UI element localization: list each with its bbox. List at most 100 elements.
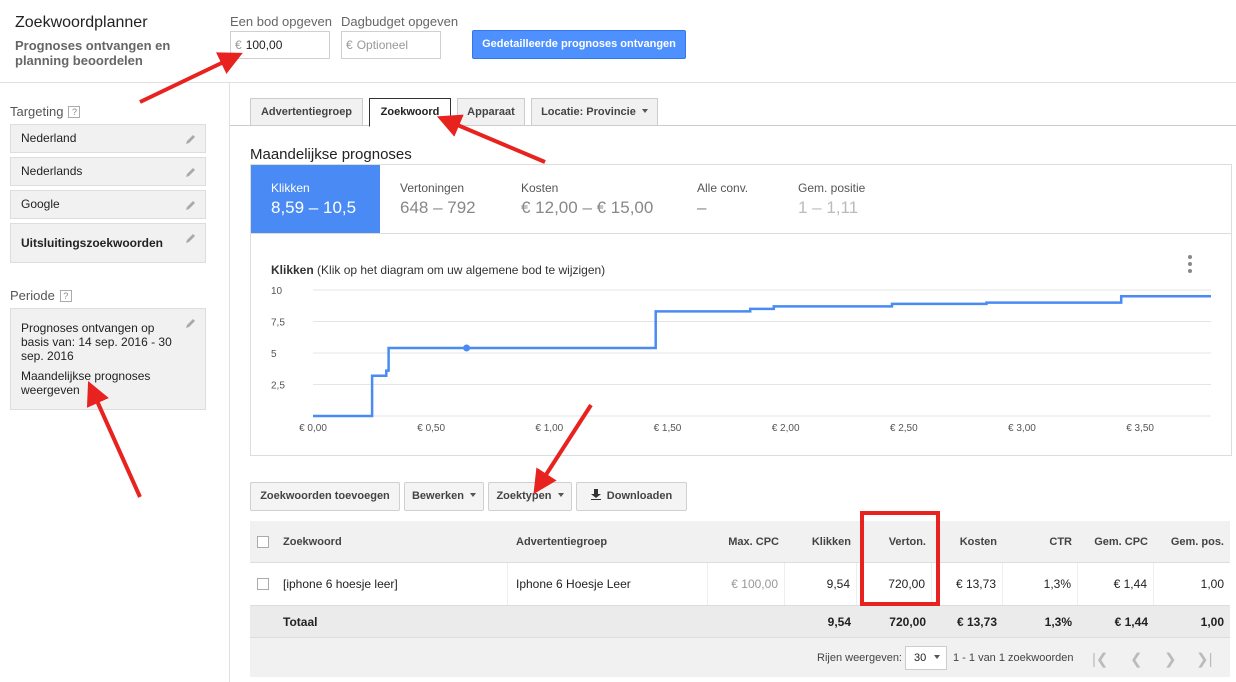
- download-icon: [590, 489, 601, 500]
- column-header-cost[interactable]: Kosten: [932, 521, 1003, 562]
- metric-all-conversions[interactable]: Alle conv. –: [677, 165, 777, 233]
- totals-row: Totaal 9,54 720,00 € 13,73 1,3% € 1,44 1…: [250, 605, 1230, 637]
- rows-per-page-select[interactable]: 30: [905, 646, 947, 670]
- add-keywords-button[interactable]: Zoekwoorden toevoegen: [250, 482, 400, 511]
- tab-keyword[interactable]: Zoekwoord: [369, 98, 451, 127]
- pagination-range: 1 - 1 van 1 zoekwoorden: [953, 652, 1074, 664]
- table-row[interactable]: [iphone 6 hoesje leer] Iphone 6 Hoesje L…: [250, 563, 1230, 605]
- download-button[interactable]: Downloaden: [576, 482, 687, 511]
- metric-value: 8,59 – 10,5: [271, 198, 357, 217]
- column-header-avg-cpc[interactable]: Gem. CPC: [1078, 521, 1154, 562]
- currency-symbol: €: [235, 38, 242, 52]
- column-header-ctr[interactable]: CTR: [1003, 521, 1078, 562]
- totals-ctr: 1,3%: [1044, 614, 1072, 629]
- metric-cost[interactable]: Kosten € 12,00 – € 15,00: [501, 165, 676, 233]
- pencil-icon[interactable]: [185, 133, 197, 145]
- period-mode: Maandelijkse prognoses weergeven: [21, 369, 151, 397]
- y-tick-label: 10: [271, 286, 283, 297]
- chevron-down-icon: [557, 493, 564, 497]
- y-tick-label: 7,5: [271, 318, 285, 329]
- targeting-item-label: Nederlands: [21, 164, 83, 178]
- max-cpc-cell[interactable]: € 100,00: [708, 563, 785, 605]
- totals-cost: € 13,73: [956, 614, 997, 629]
- tab-location-label: Locatie: Provincie: [541, 106, 636, 118]
- budget-input[interactable]: € Optioneel: [341, 31, 441, 59]
- help-icon[interactable]: ?: [68, 106, 81, 118]
- pencil-icon[interactable]: [185, 232, 197, 244]
- metric-label: Alle conv.: [697, 181, 749, 195]
- first-page-icon[interactable]: |❮: [1092, 650, 1108, 668]
- targeting-item-negative-keywords[interactable]: Uitsluitingszoekwoorden: [10, 223, 206, 263]
- metric-label: Vertoningen: [400, 181, 465, 195]
- tab-location[interactable]: Locatie: Provincie: [531, 98, 658, 126]
- keyword-cell[interactable]: [iphone 6 hoesje leer]: [275, 563, 508, 605]
- period-box[interactable]: Prognoses ontvangen op basis van: 14 sep…: [10, 308, 206, 410]
- targeting-item-location[interactable]: Nederland: [10, 124, 206, 153]
- x-tick-label: € 1,50: [654, 423, 682, 434]
- x-tick-label: € 2,50: [890, 423, 918, 434]
- targeting-item-label: Google: [21, 197, 60, 211]
- pencil-icon[interactable]: [185, 166, 197, 178]
- sidebar: Targeting? Nederland Nederlands Google U…: [0, 83, 230, 682]
- column-header-max-cpc[interactable]: Max. CPC: [708, 521, 785, 562]
- pagination-bar: Rijen weergeven: 30 1 - 1 van 1 zoekwoor…: [250, 637, 1230, 677]
- page-header: Zoekwoordplanner Prognoses ontvangen en …: [0, 0, 1236, 83]
- more-options-icon[interactable]: [1185, 253, 1195, 275]
- match-types-button[interactable]: Zoektypen: [488, 482, 572, 511]
- targeting-item-label: Uitsluitingszoekwoorden: [21, 236, 164, 250]
- bid-value: 100,00: [245, 38, 283, 52]
- targeting-heading: Targeting?: [10, 104, 81, 119]
- column-header-impressions[interactable]: Verton.: [857, 521, 932, 562]
- table-header-row: Zoekwoord Advertentiegroep Max. CPC Klik…: [250, 521, 1230, 563]
- targeting-item-network[interactable]: Google: [10, 190, 206, 219]
- metric-impressions[interactable]: Vertoningen 648 – 792: [380, 165, 500, 233]
- x-tick-label: € 1,00: [535, 423, 563, 434]
- avg-cpc-cell: € 1,44: [1078, 563, 1154, 605]
- row-checkbox[interactable]: [257, 563, 271, 605]
- app-title: Zoekwoordplanner: [15, 14, 148, 31]
- chevron-down-icon: [934, 655, 941, 659]
- targeting-item-language[interactable]: Nederlands: [10, 157, 206, 186]
- pencil-icon[interactable]: [185, 199, 197, 211]
- metric-value: 1 – 1,11: [798, 198, 859, 217]
- help-icon[interactable]: ?: [59, 290, 72, 302]
- divider: [251, 233, 1231, 234]
- totals-impressions: 720,00: [889, 614, 926, 629]
- currency-symbol: €: [346, 38, 353, 52]
- rows-per-page-value: 30: [914, 652, 927, 664]
- chevron-down-icon: [470, 493, 477, 497]
- tab-ad-group[interactable]: Advertentiegroep: [250, 98, 363, 126]
- ad-group-cell[interactable]: Iphone 6 Hoesje Leer: [508, 563, 708, 605]
- tab-device[interactable]: Apparaat: [457, 98, 525, 126]
- select-all-checkbox[interactable]: [257, 521, 271, 562]
- chevron-down-icon: [641, 109, 648, 113]
- column-header-avg-pos[interactable]: Gem. pos.: [1154, 521, 1230, 562]
- column-header-ad-group[interactable]: Advertentiegroep: [508, 521, 708, 562]
- metric-label: Kosten: [521, 181, 559, 195]
- period-heading: Periode?: [10, 288, 72, 303]
- previous-page-icon[interactable]: ❮: [1130, 650, 1143, 668]
- next-page-icon[interactable]: ❯: [1164, 650, 1177, 668]
- cost-cell: € 13,73: [932, 563, 1003, 605]
- column-header-clicks[interactable]: Klikken: [785, 521, 857, 562]
- ctr-cell: 1,3%: [1003, 563, 1078, 605]
- metric-avg-position[interactable]: Gem. positie 1 – 1,11: [778, 165, 898, 233]
- rows-per-page-label: Rijen weergeven:: [817, 652, 902, 664]
- x-tick-label: € 0,00: [299, 423, 327, 434]
- last-page-icon[interactable]: ❯|: [1196, 650, 1212, 668]
- budget-placeholder: Optioneel: [356, 38, 409, 52]
- get-detailed-forecasts-button[interactable]: Gedetailleerde prognoses ontvangen: [472, 30, 686, 59]
- y-tick-label: 2,5: [271, 381, 285, 392]
- bid-input[interactable]: €100,00: [230, 31, 330, 59]
- metric-value: € 12,00 – € 15,00: [521, 198, 654, 217]
- app-subtitle: Prognoses ontvangen en planning beoordel…: [15, 38, 171, 68]
- column-header-keyword[interactable]: Zoekwoord: [275, 521, 508, 562]
- edit-button[interactable]: Bewerken: [404, 482, 484, 511]
- pencil-icon[interactable]: [185, 317, 197, 329]
- totals-label: Totaal: [283, 614, 318, 629]
- targeting-item-label: Nederland: [21, 131, 77, 145]
- clicks-chart[interactable]: 2,5 5 7,5 10 € 0,00 € 0,50 € 1,00 € 1,50 € 2,00 €…: [251, 275, 1231, 455]
- metric-clicks[interactable]: Klikken 8,59 – 10,5: [251, 165, 380, 233]
- metric-label: Klikken: [271, 181, 310, 195]
- y-tick-label: 5: [271, 349, 277, 360]
